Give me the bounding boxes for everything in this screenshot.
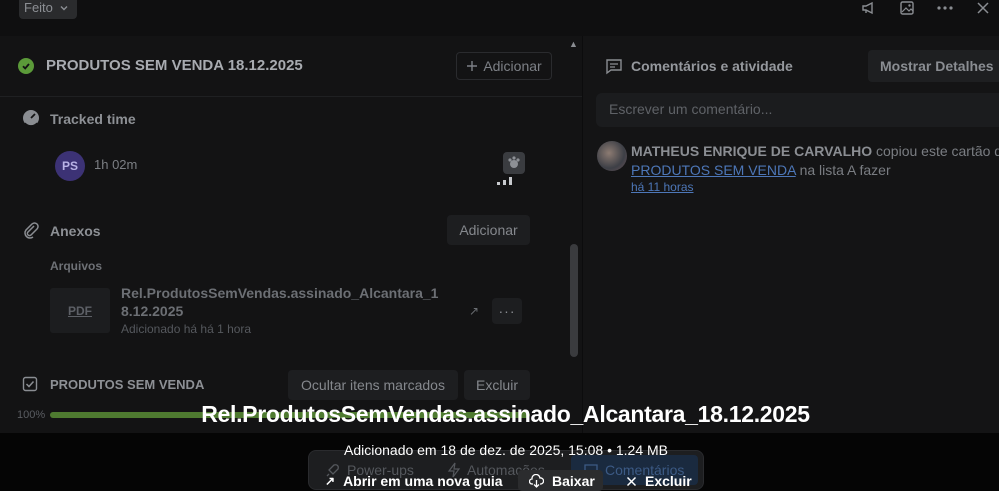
activity-title: Comentários e atividade	[631, 58, 793, 74]
megaphone-icon[interactable]	[859, 0, 879, 18]
close-icon	[626, 476, 637, 486]
activity-action: copiou este cartão de	[876, 143, 999, 159]
delete-checklist-button[interactable]: Excluir	[464, 370, 530, 400]
open-new-tab-label: Abrir em uma nova guia	[343, 473, 503, 489]
checklist-icon	[22, 376, 40, 394]
attachment-more-button[interactable]: ···	[492, 298, 522, 324]
hide-checked-button[interactable]: Ocultar itens marcados	[288, 370, 458, 400]
chevron-down-icon	[60, 5, 68, 10]
card-title[interactable]: PRODUTOS SEM VENDA 18.12.2025	[46, 57, 303, 74]
attachments-title: Anexos	[50, 223, 101, 239]
activity-pane: Comentários e atividade Mostrar Detalhes…	[583, 36, 999, 433]
cloud-download-icon	[529, 474, 544, 488]
pdf-thumbnail[interactable]: PDF	[50, 288, 110, 333]
comment-icon	[605, 57, 623, 75]
download-button[interactable]: Baixar	[529, 473, 595, 489]
status-label: Feito	[24, 0, 53, 15]
tracked-time-title: Tracked time	[50, 111, 136, 127]
download-label: Baixar	[552, 473, 595, 489]
plus-icon	[467, 61, 478, 71]
delete-attachment-button[interactable]: Excluir	[626, 473, 692, 489]
open-new-tab-button[interactable]: ↗ Abrir em uma nova guia	[325, 473, 503, 489]
more-icon[interactable]	[935, 0, 955, 18]
preview-title: Rel.ProdutosSemVendas.assinado_Alcantara…	[201, 401, 810, 427]
activity-link[interactable]: PRODUTOS SEM VENDA	[631, 162, 796, 178]
activity-author[interactable]: MATHEUS ENRIQUE DE CARVALHO	[631, 143, 872, 159]
card-header: PRODUTOS SEM VENDA 18.12.2025 Adicionar	[0, 36, 582, 97]
scroll-up-arrow[interactable]: ▲	[569, 39, 578, 49]
paperclip-icon	[22, 221, 40, 239]
show-details-button[interactable]: Mostrar Detalhes	[868, 50, 999, 82]
loading-indicator	[497, 177, 512, 185]
add-button[interactable]: Adicionar	[456, 52, 552, 80]
tracked-duration: 1h 02m	[94, 157, 138, 172]
checklist-title: PRODUTOS SEM VENDA	[50, 377, 205, 392]
add-attachment-button[interactable]: Adicionar	[447, 215, 530, 245]
activity-entry: MATHEUS ENRIQUE DE CARVALHO copiou este …	[631, 142, 999, 180]
avatar[interactable]	[597, 141, 627, 171]
add-button-label: Adicionar	[483, 58, 542, 74]
complete-check-icon[interactable]	[18, 58, 34, 74]
files-label: Arquivos	[50, 259, 103, 273]
activity-suffix: na lista A fazer	[799, 162, 891, 178]
comment-input[interactable]: Escrever um comentário...	[596, 93, 999, 127]
image-icon[interactable]	[897, 0, 917, 18]
preview-meta: Adicionado em 18 de dez. de 2025, 15:08 …	[343, 442, 669, 458]
avatar[interactable]: PS	[55, 151, 85, 181]
attachment-added-time: Adicionado há há 1 hora	[121, 322, 252, 336]
open-external-icon[interactable]: ↗	[469, 304, 479, 318]
tracker-app-icon[interactable]	[503, 152, 525, 174]
delete-label: Excluir	[645, 473, 692, 489]
attachment-name[interactable]: Rel.ProdutosSemVendas.assinado_Alcantara…	[121, 284, 441, 320]
status-dropdown[interactable]: Feito	[19, 0, 77, 19]
external-arrow-icon: ↗	[325, 474, 336, 488]
activity-time[interactable]: há 11 horas	[631, 180, 694, 194]
close-icon[interactable]	[973, 0, 993, 18]
top-bar: Feito	[0, 0, 999, 36]
scrollbar-thumb[interactable]	[570, 244, 578, 357]
card-details-pane: PRODUTOS SEM VENDA 18.12.2025 Adicionar …	[0, 36, 582, 433]
timer-icon	[22, 109, 40, 127]
